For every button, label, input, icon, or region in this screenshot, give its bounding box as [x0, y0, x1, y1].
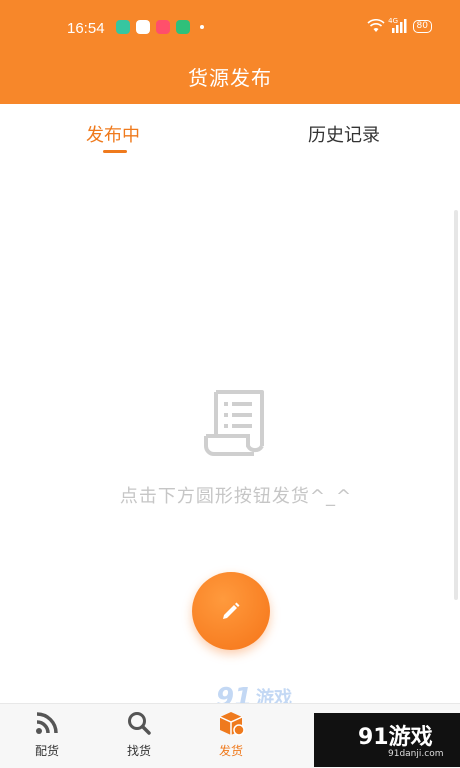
tab-history[interactable]: 历史记录 — [308, 121, 380, 147]
receipt-icon — [204, 390, 264, 456]
status-right: 80 — [366, 19, 432, 33]
search-icon — [128, 712, 151, 735]
brand-name: 91游戏 — [358, 725, 433, 750]
nav-label: 发货 — [218, 744, 243, 758]
nav-item-match-goods[interactable]: 配货 — [17, 710, 77, 759]
status-time: 16:54 — [67, 20, 105, 37]
pencil-icon — [223, 602, 240, 619]
app-header: 16:54 4G 80 货源发布 — [0, 0, 460, 104]
tab-bar: 发布中 历史记录 — [0, 104, 460, 164]
cell-signal-icon — [391, 19, 407, 33]
page-title: 货源发布 — [188, 66, 272, 90]
brand-site: 91danji.com — [388, 749, 444, 759]
tab-publishing[interactable]: 发布中 — [86, 121, 140, 147]
active-tab-indicator — [103, 150, 127, 153]
wifi-icon — [366, 19, 385, 32]
publish-fab-button[interactable] — [192, 572, 270, 650]
rss-icon — [36, 712, 58, 734]
brand-watermark: 91游戏 91danji.com — [314, 713, 460, 767]
app-notification-icon — [156, 20, 170, 34]
box-icon — [219, 712, 245, 736]
more-notifications-dot — [200, 25, 204, 29]
app-notification-icon — [176, 20, 190, 34]
notification-icons — [116, 20, 204, 34]
app-notification-icon — [136, 20, 150, 34]
nav-item-ship-goods[interactable]: 发货 — [201, 710, 261, 759]
nav-item-find-goods[interactable]: 找货 — [109, 710, 169, 759]
battery-indicator: 80 — [412, 19, 432, 33]
status-bar: 16:54 4G 80 — [0, 14, 460, 44]
nav-label: 配货 — [34, 744, 59, 758]
scrollbar[interactable] — [454, 210, 458, 600]
app-notification-icon — [116, 20, 130, 34]
nav-label: 找货 — [126, 744, 151, 758]
empty-state-message: 点击下方圆形按钮发货^_^ — [119, 486, 353, 507]
